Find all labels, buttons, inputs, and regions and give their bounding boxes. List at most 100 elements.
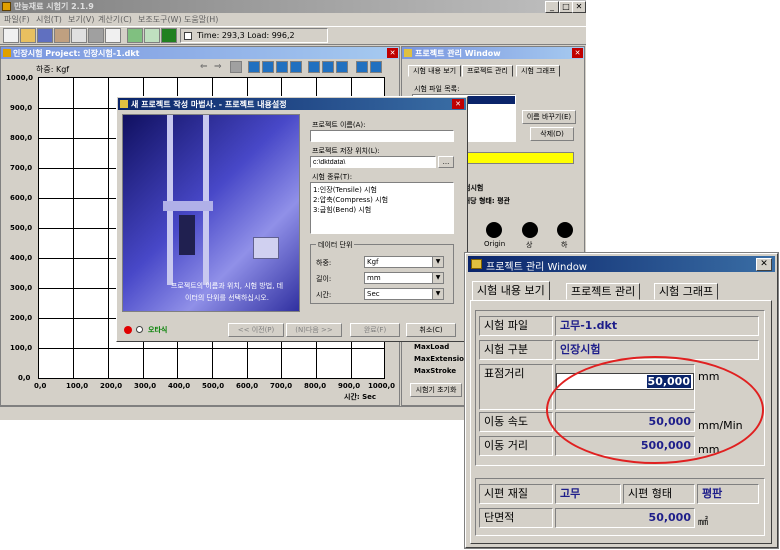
graph-export-icon[interactable] <box>370 61 382 73</box>
wizard-close-button[interactable]: ✕ <box>452 99 464 109</box>
test-type-tensile[interactable]: 1:인장(Tensile) 시험 <box>313 185 377 195</box>
unit-time-select[interactable]: Sec ▼ <box>364 288 444 300</box>
zoom-tab-content[interactable]: 시험 내용 보기 <box>472 281 550 301</box>
graph-type-5-icon[interactable] <box>308 61 320 73</box>
zoom-tab-graph[interactable]: 시험 그래프 <box>654 283 719 300</box>
arrow-left-icon[interactable]: ⇐ <box>200 62 212 72</box>
unit-load-select[interactable]: Kgf ▼ <box>364 256 444 268</box>
zoom-tab-project[interactable]: 프로젝트 관리 <box>566 283 641 300</box>
unit-time-value: Sec <box>367 290 380 298</box>
menu-calculator[interactable]: 계산기(C) <box>98 14 132 25</box>
chevron-down-icon[interactable]: ▼ <box>432 273 443 283</box>
y-tick: 1000,0 <box>6 74 34 82</box>
online-radio[interactable] <box>136 326 143 333</box>
graph-print-icon[interactable] <box>356 61 368 73</box>
x-tick: 0,0 <box>34 382 47 390</box>
new-icon[interactable] <box>3 28 19 43</box>
chevron-down-icon[interactable]: ▼ <box>432 257 443 267</box>
graph-type-7-icon[interactable] <box>336 61 348 73</box>
project-panel-close-button[interactable]: ✕ <box>572 48 583 58</box>
y-tick: 400,0 <box>10 254 33 262</box>
book-icon[interactable] <box>161 28 177 43</box>
graph-close-button[interactable]: ✕ <box>387 48 398 58</box>
y-tick: 300,0 <box>10 284 33 292</box>
menu-test[interactable]: 시험(T) <box>36 14 62 25</box>
checkbox-icon[interactable] <box>184 32 192 40</box>
graph-type-1-icon[interactable] <box>248 61 260 73</box>
online-led-icon <box>124 326 132 334</box>
y-tick: 100,0 <box>10 344 33 352</box>
tool-icon[interactable] <box>54 28 70 43</box>
chevron-down-icon[interactable]: ▼ <box>432 289 443 299</box>
highlight-ellipse <box>546 356 764 464</box>
reset-tester-button[interactable]: 시험기 초기화 <box>410 383 462 397</box>
arrow-right-icon[interactable]: ⇒ <box>214 62 226 72</box>
readout-maxload: MaxLoad <box>414 343 450 351</box>
test-type-compress[interactable]: 2:압축(Compress) 시험 <box>313 195 388 205</box>
machine-grip <box>179 215 195 255</box>
folder-icon <box>404 49 412 57</box>
jog-down-button[interactable] <box>557 222 573 238</box>
gauge-length-label: 표점거리 <box>479 364 553 410</box>
test-type-bend[interactable]: 3:굽힘(Bend) 시험 <box>313 205 371 215</box>
jog-origin-button[interactable] <box>486 222 502 238</box>
area-value: 50,000 <box>555 508 695 528</box>
wizard-title-bar: 새 프로젝트 작성 마법사. - 프로젝트 내용설정 ✕ <box>118 98 466 110</box>
y-tick: 200,0 <box>10 314 33 322</box>
unit-load-value: Kgf <box>367 258 379 266</box>
panel-tab-content[interactable]: 시험 내용 보기 <box>408 65 462 77</box>
y-tick: 600,0 <box>10 194 33 202</box>
x-axis-label: 시간: Sec <box>344 393 377 401</box>
zoom-icon[interactable] <box>230 61 242 73</box>
run-icon[interactable] <box>88 28 104 43</box>
panel-tab-graph[interactable]: 시험 그래프 <box>516 65 561 77</box>
readout-maxstroke: MaxStroke <box>414 367 457 375</box>
menu-tools[interactable]: 보조도구(W) <box>138 14 182 25</box>
wizard-icon <box>120 100 128 108</box>
report-icon[interactable] <box>105 28 121 43</box>
maximize-button[interactable]: □ <box>559 1 573 13</box>
yellow-info-bar <box>458 152 574 164</box>
menu-help[interactable]: 도움말(H) <box>184 14 218 25</box>
app-title: 만능재료 시험기 2.1.9 <box>14 2 94 11</box>
minimize-button[interactable]: _ <box>545 1 559 13</box>
y-tick: 900,0 <box>10 104 33 112</box>
close-button[interactable]: ✕ <box>572 1 586 13</box>
test-type-list[interactable]: 1:인장(Tensile) 시험 2:압축(Compress) 시험 3:굽힘(… <box>310 182 454 234</box>
print-icon[interactable] <box>71 28 87 43</box>
machine-frame-left <box>167 115 173 285</box>
menu-file[interactable]: 파일(F) <box>4 14 30 25</box>
y-tick: 700,0 <box>10 164 33 172</box>
table-icon[interactable] <box>144 28 160 43</box>
menu-view[interactable]: 보기(V) <box>68 14 94 25</box>
finish-button[interactable]: 완료(F) <box>350 323 400 337</box>
delete-button[interactable]: 삭제(D) <box>530 127 574 141</box>
graph-icon[interactable] <box>127 28 143 43</box>
area-unit: ㎟ <box>698 517 708 528</box>
graph-type-2-icon[interactable] <box>262 61 274 73</box>
panel-tab-project[interactable]: 프로젝트 관리 <box>462 65 513 77</box>
next-button[interactable]: (N)다음 >> <box>286 323 342 337</box>
cancel-button[interactable]: 취소(C) <box>406 323 456 337</box>
browse-button[interactable]: ... <box>438 156 454 168</box>
graph-type-3-icon[interactable] <box>276 61 288 73</box>
zoom-close-button[interactable]: ✕ <box>756 258 772 271</box>
distance-label: 이동 거리 <box>479 436 553 456</box>
speed-label: 이동 속도 <box>479 412 553 432</box>
save-icon[interactable] <box>37 28 53 43</box>
graph-type-4-icon[interactable] <box>290 61 302 73</box>
unit-load-label: 하중: <box>316 259 332 267</box>
wizard-hint: 프로젝트의 이름과 위치, 시험 방법, 데이터의 단위를 선택하십시오. <box>170 282 284 302</box>
save-path-input[interactable] <box>310 156 436 168</box>
prev-button[interactable]: << 이전(P) <box>228 323 284 337</box>
project-panel-title-bar: 프로젝트 관리 Window ✕ <box>402 47 584 59</box>
open-icon[interactable] <box>20 28 36 43</box>
computer-monitor <box>253 237 279 259</box>
graph-type-6-icon[interactable] <box>322 61 334 73</box>
rename-button[interactable]: 이름 바꾸기(E) <box>522 110 576 124</box>
project-name-input[interactable] <box>310 130 454 142</box>
jog-up-button[interactable] <box>522 222 538 238</box>
x-tick: 800,0 <box>304 382 327 390</box>
unit-length-select[interactable]: mm ▼ <box>364 272 444 284</box>
grid-line <box>39 348 384 349</box>
